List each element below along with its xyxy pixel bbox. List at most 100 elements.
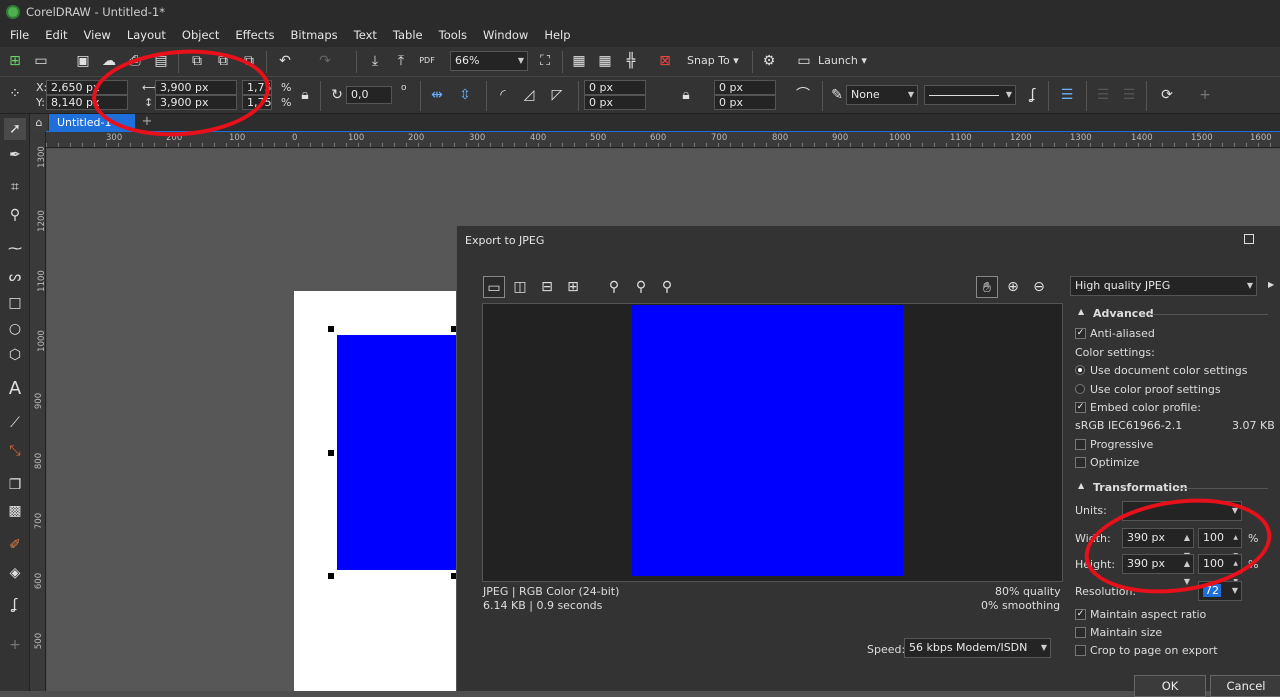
embed-profile-checkbox[interactable]: ✓ <box>1075 402 1086 413</box>
connector-tool-icon[interactable]: ⤡ <box>4 440 26 462</box>
ellipse-tool-icon[interactable]: ○ <box>4 318 26 340</box>
cancel-button[interactable]: Cancel <box>1210 675 1280 697</box>
eyedropper-icon[interactable]: ✐ <box>4 534 26 556</box>
artistic-media-icon[interactable]: ᔕ <box>4 266 26 288</box>
options-gear-icon[interactable]: ⚙ <box>758 50 780 72</box>
arrow-end-icon[interactable]: ☰ <box>1118 84 1140 106</box>
menu-file[interactable]: File <box>4 28 35 42</box>
lock-corners-icon[interactable]: 🔒︎ <box>675 84 697 106</box>
menu-text[interactable]: Text <box>348 28 383 42</box>
show-grid-icon[interactable]: ▦ <box>594 50 616 72</box>
pan-hand-icon[interactable]: ✋︎ <box>976 276 998 298</box>
selection-handle[interactable] <box>328 573 334 579</box>
home-icon[interactable]: ⌂ <box>30 114 48 132</box>
snap-to-button[interactable]: Snap To ▾ <box>687 54 739 67</box>
zoom-level-dropdown[interactable]: 66% ▼ <box>450 51 528 71</box>
arrow-start-icon[interactable]: ☰ <box>1092 84 1114 106</box>
round-corner-icon[interactable]: ◜ <box>492 84 514 106</box>
menu-tools[interactable]: Tools <box>433 28 473 42</box>
show-rulers-icon[interactable]: ▦ <box>568 50 590 72</box>
crop-to-page-checkbox[interactable] <box>1075 645 1086 656</box>
two-vertical-view-icon[interactable]: ◫ <box>509 276 531 298</box>
zoom-out-icon[interactable]: ⊖ <box>1028 276 1050 298</box>
corner-radius-top-right[interactable]: 0 px <box>714 80 776 95</box>
full-screen-icon[interactable]: ⛶ <box>534 50 556 72</box>
collapse-advanced-icon[interactable]: ▲ <box>1078 307 1084 316</box>
show-guidelines-icon[interactable]: ╬ <box>620 50 642 72</box>
mirror-horizontal-icon[interactable]: ⇹ <box>426 84 448 106</box>
open-icon[interactable]: ▭ <box>30 50 52 72</box>
use-document-color-radio[interactable] <box>1075 365 1085 375</box>
maintain-aspect-checkbox[interactable]: ✓ <box>1075 609 1086 620</box>
use-proof-radio[interactable] <box>1075 384 1085 394</box>
undo-icon[interactable]: ↶ <box>274 50 296 72</box>
rectangle-tool-icon[interactable]: □ <box>4 292 26 314</box>
quick-customize-icon[interactable]: ⟳ <box>1156 84 1178 106</box>
import-icon[interactable]: ⤓ <box>364 50 386 72</box>
zoom-fit-icon[interactable]: ⚲ <box>603 276 625 298</box>
new-document-icon[interactable]: ⊞ <box>4 50 26 72</box>
add-tool-icon[interactable]: + <box>4 634 26 656</box>
blue-rectangle[interactable] <box>337 335 467 570</box>
redo-icon[interactable]: ↷ <box>314 50 336 72</box>
corner-radius-top-left[interactable]: 0 px <box>584 80 646 95</box>
corner-radius-bottom-left[interactable]: 0 px <box>584 95 646 110</box>
interactive-fill-icon[interactable]: ◈ <box>4 562 26 584</box>
menu-view[interactable]: View <box>78 28 117 42</box>
parallel-dimension-icon[interactable]: ⟋ <box>4 412 26 434</box>
zoom-tool-icon[interactable]: ⚲ <box>4 204 26 226</box>
menu-help[interactable]: Help <box>538 28 576 42</box>
publish-pdf-icon[interactable]: PDF <box>416 50 438 72</box>
menu-table[interactable]: Table <box>387 28 429 42</box>
selection-handle[interactable] <box>328 326 334 332</box>
save-icon[interactable]: ▣ <box>72 50 94 72</box>
snap-off-icon[interactable]: ⊠ <box>654 50 676 72</box>
drop-shadow-icon[interactable]: ❐ <box>4 474 26 496</box>
menu-edit[interactable]: Edit <box>39 28 73 42</box>
progressive-checkbox[interactable] <box>1075 439 1086 450</box>
lock-ratio-icon[interactable]: 🔒︎ <box>294 84 316 106</box>
two-horizontal-view-icon[interactable]: ⊟ <box>536 276 558 298</box>
corner-radius-bottom-right[interactable]: 0 px <box>714 95 776 110</box>
speed-dropdown[interactable]: 56 kbps Modem/ISDN ▼ <box>904 638 1051 658</box>
zoom-100-icon[interactable]: ⚲ <box>656 276 678 298</box>
zoom-1to1-icon[interactable]: ⚲ <box>630 276 652 298</box>
object-origin-icon[interactable]: ⁘ <box>4 83 26 105</box>
four-view-icon[interactable]: ⊞ <box>562 276 584 298</box>
menu-bitmaps[interactable]: Bitmaps <box>284 28 343 42</box>
launch-button[interactable]: Launch ▾ <box>818 54 867 67</box>
rotation-icon[interactable]: ↻ <box>326 84 348 106</box>
anti-aliased-checkbox[interactable]: ✓ <box>1075 328 1086 339</box>
launch-icon[interactable]: ▭ <box>793 50 815 72</box>
menu-effects[interactable]: Effects <box>229 28 280 42</box>
scale-corners-icon[interactable]: ⌒ <box>792 84 814 106</box>
preset-dropdown[interactable]: High quality JPEG ▼ <box>1070 276 1257 296</box>
shape-tool-icon[interactable]: ✒ <box>4 144 26 166</box>
menu-object[interactable]: Object <box>176 28 225 42</box>
crop-tool-icon[interactable]: ⌗ <box>4 176 26 198</box>
outline-width-dropdown[interactable]: None ▼ <box>846 85 918 105</box>
wrap-text-icon[interactable]: ☰ <box>1056 84 1078 106</box>
collapse-transformation-icon[interactable]: ▲ <box>1078 481 1084 490</box>
rotation-field[interactable]: 0,0 <box>346 86 392 104</box>
menu-window[interactable]: Window <box>477 28 534 42</box>
chamfered-corner-icon[interactable]: ◸ <box>546 84 568 106</box>
mirror-vertical-icon[interactable]: ⇳ <box>454 84 476 106</box>
transparency-icon[interactable]: ▩ <box>4 500 26 522</box>
add-icon[interactable]: + <box>1194 84 1216 106</box>
more-arrow-icon[interactable]: ▶ <box>1268 280 1274 289</box>
maximize-icon[interactable] <box>1244 234 1254 244</box>
maintain-size-checkbox[interactable] <box>1075 627 1086 638</box>
export-icon[interactable]: ⤒ <box>390 50 412 72</box>
outline-pen-icon[interactable]: ✎ <box>826 84 848 106</box>
line-style-dropdown[interactable]: ▼ <box>924 85 1016 105</box>
single-view-icon[interactable]: ▭ <box>483 276 505 298</box>
pick-tool-icon[interactable]: ➚ <box>4 118 26 140</box>
smart-fill-icon[interactable]: ʆ <box>4 594 26 616</box>
zoom-in-icon[interactable]: ⊕ <box>1002 276 1024 298</box>
freehand-tool-icon[interactable]: ⁓ <box>4 238 26 260</box>
ok-button[interactable]: OK <box>1134 675 1206 697</box>
scalloped-corner-icon[interactable]: ◿ <box>518 84 540 106</box>
menu-layout[interactable]: Layout <box>121 28 172 42</box>
text-tool-icon[interactable]: A <box>4 378 26 400</box>
